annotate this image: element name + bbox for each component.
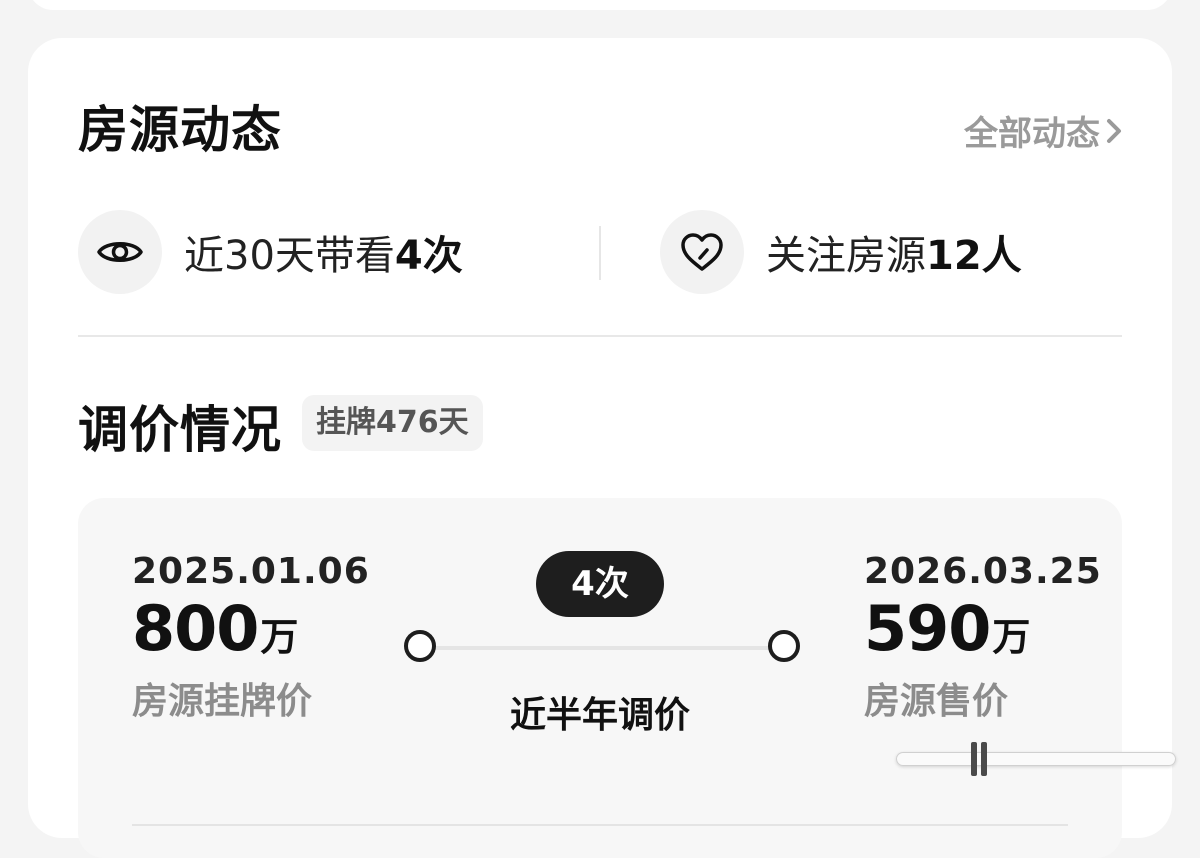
views-stat: 近30天带看4次 bbox=[78, 210, 463, 294]
price-history-box[interactable]: 2025.01.06 800万 房源挂牌价 4次 近半年调价 2026.03.2… bbox=[78, 498, 1122, 858]
start-price-value: 800 bbox=[132, 592, 259, 665]
end-price-label: 房源售价 bbox=[864, 681, 1009, 722]
listing-days-tag: 挂牌476天 bbox=[302, 395, 483, 451]
follows-count: 12人 bbox=[926, 233, 1022, 279]
follows-text: 关注房源12人 bbox=[766, 223, 1022, 281]
timeline-label: 近半年调价 bbox=[509, 695, 690, 736]
all-activity-label: 全部动态 bbox=[964, 114, 1100, 154]
adjust-count-badge: 4次 bbox=[536, 551, 664, 617]
end-price-column: 2026.03.25 590万 房源售价 bbox=[864, 550, 1102, 724]
end-price-unit: 万 bbox=[992, 615, 1031, 659]
activity-section-title: 房源动态 bbox=[78, 101, 282, 159]
end-price: 590万 bbox=[864, 596, 1102, 678]
views-text: 近30天带看4次 bbox=[184, 223, 463, 281]
listing-activity-card: 房源动态 全部动态 近30天带看4次 关注房源12人 调价情况 挂牌476天 2… bbox=[28, 38, 1172, 858]
heart-icon bbox=[660, 210, 744, 294]
price-adjust-section-title: 调价情况 bbox=[78, 401, 282, 459]
chevron-right-icon bbox=[1107, 118, 1121, 143]
start-price-unit: 万 bbox=[260, 615, 299, 659]
stat-divider bbox=[599, 226, 601, 280]
start-price-column: 2025.01.06 800万 房源挂牌价 bbox=[132, 550, 370, 724]
start-price-label: 房源挂牌价 bbox=[132, 681, 313, 722]
start-price: 800万 bbox=[132, 596, 370, 678]
follows-stat: 关注房源12人 bbox=[660, 210, 1022, 294]
box-divider bbox=[132, 824, 1068, 826]
start-date: 2025.01.06 bbox=[132, 551, 370, 592]
price-timeline-line bbox=[416, 646, 782, 650]
scrollbar-thumb[interactable] bbox=[968, 742, 990, 776]
timeline-start-dot bbox=[404, 630, 436, 662]
views-prefix: 近30天带看 bbox=[184, 233, 395, 279]
previous-card bbox=[28, 0, 1172, 10]
follows-prefix: 关注房源 bbox=[766, 233, 926, 279]
eye-icon bbox=[78, 210, 162, 294]
end-price-value: 590 bbox=[864, 592, 991, 665]
section-divider bbox=[78, 335, 1122, 337]
all-activity-link[interactable]: 全部动态 bbox=[964, 106, 1122, 155]
timeline-end-dot bbox=[768, 630, 800, 662]
horizontal-scrollbar[interactable] bbox=[896, 752, 1176, 766]
end-date: 2026.03.25 bbox=[864, 551, 1102, 592]
views-count: 4次 bbox=[394, 233, 463, 279]
